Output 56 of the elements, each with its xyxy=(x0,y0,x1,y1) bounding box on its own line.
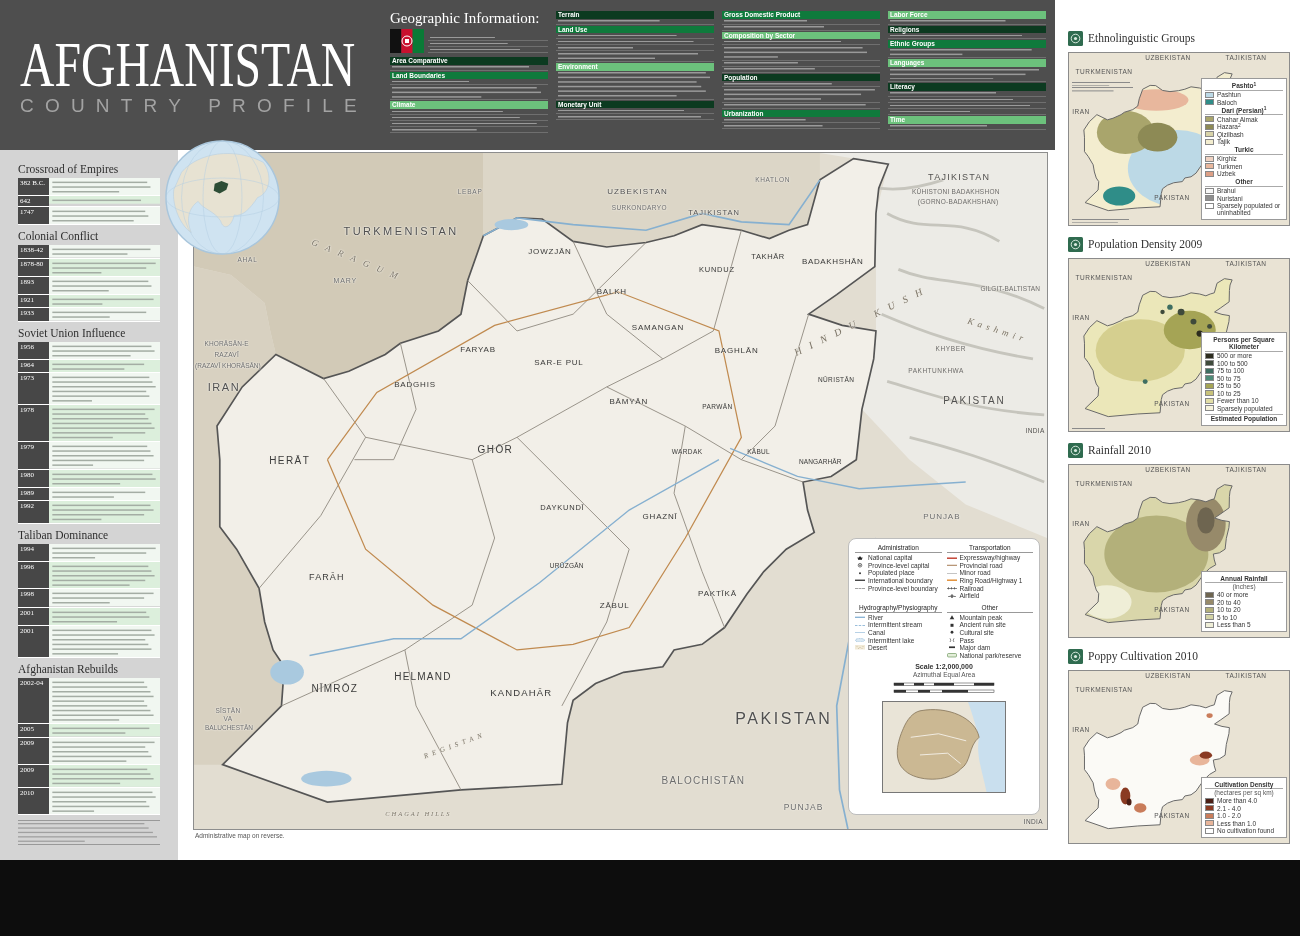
region-label: PUNJAB xyxy=(923,513,961,522)
map-title: Population Density 2009 xyxy=(1088,237,1203,251)
text-lines-drawing xyxy=(1072,428,1106,429)
panel-title: Geographic Information: xyxy=(390,10,541,26)
text-lines-drawing xyxy=(430,36,495,38)
province-label: BAGHLĀN xyxy=(714,347,759,356)
section-title: Soviet Union Influence xyxy=(18,326,127,340)
section-title: Afghanistan Rebuilds xyxy=(18,662,119,676)
province-label: SAR-E PUL xyxy=(534,358,584,367)
text-lines-drawing xyxy=(1072,218,1130,223)
province-label: HELMAND xyxy=(394,672,452,683)
flag-icon xyxy=(390,29,424,53)
region-label: BALOCHISTĀN xyxy=(661,776,746,787)
dashed-line-icon xyxy=(855,585,865,591)
poster-subtitle: COUNTRY PROFILE xyxy=(20,96,368,116)
country-label: TURKMENISTAN xyxy=(343,225,459,237)
ellipse-icon xyxy=(855,637,865,643)
railroad-icon xyxy=(946,585,957,591)
province-label: JOWZJĀN xyxy=(528,247,572,256)
ringed-dot-icon xyxy=(855,563,865,568)
section-title: Crossroad of Empires xyxy=(18,163,120,176)
province-label: BADGHIS xyxy=(394,380,436,389)
country-label: UZBEKISTAN xyxy=(607,188,668,197)
star-icon xyxy=(855,555,865,561)
country-label: TAJIKISTAN xyxy=(928,173,991,183)
emblem-icon xyxy=(1068,236,1083,252)
emblem-icon xyxy=(1068,30,1083,46)
airplane-icon xyxy=(946,593,957,598)
province-label: SAMANGAN xyxy=(631,324,684,333)
province-label: FARYAB xyxy=(460,346,496,355)
country-label: IRAN xyxy=(207,382,241,394)
province-label: GHŌR xyxy=(477,445,514,455)
map-title: Ethnolinguistic Groups xyxy=(1088,31,1195,45)
province-label: BĀMYĀN xyxy=(609,397,648,406)
region-label: PUNJAB xyxy=(783,803,824,812)
stipple-icon xyxy=(855,645,865,650)
poster-title: AFGHANISTAN xyxy=(20,36,356,94)
province-label: BADAKHSHĀN xyxy=(801,258,864,266)
section-title: Colonial Conflict xyxy=(18,230,100,244)
province-label: ZĀBUL xyxy=(599,601,630,610)
emblem-icon xyxy=(1068,442,1083,458)
emblem-icon xyxy=(1068,648,1083,664)
bar-icon xyxy=(946,645,957,650)
map-title: Poppy Cultivation 2010 xyxy=(1088,649,1198,663)
section-title: Taliban Dominance xyxy=(18,528,110,542)
country-label: PAKISTAN xyxy=(943,395,1006,406)
province-label: PAKTĪKĀ xyxy=(698,590,737,599)
province-label: KANDAHĀR xyxy=(490,687,553,698)
province-label: HERĀT xyxy=(269,455,311,466)
country-label: PAKISTAN xyxy=(735,710,833,727)
province-label: NĪMRŌZ xyxy=(311,683,358,694)
province-label: BALKH xyxy=(596,288,627,297)
province-label: GHAZNĪ xyxy=(642,512,678,521)
province-label: FARĀH xyxy=(309,572,345,582)
map-title: Rainfall 2010 xyxy=(1088,443,1151,457)
dashed-line-icon xyxy=(855,622,865,628)
